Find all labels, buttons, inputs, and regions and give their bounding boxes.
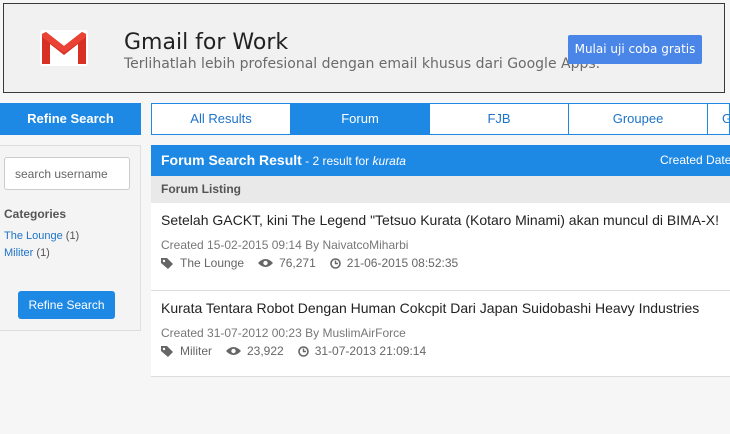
thread-info: Militer 23,922 31-07-2013 21:09:14	[161, 344, 440, 358]
tab-g[interactable]: G	[708, 104, 729, 134]
gmail-logo-icon	[40, 30, 88, 66]
category-item-the-lounge[interactable]: The Lounge (1)	[4, 230, 79, 242]
ad-subtitle: Terlihatlah lebih profesional dengan ema…	[124, 56, 601, 72]
category-item-militer[interactable]: Militer (1)	[4, 247, 50, 259]
tab-forum[interactable]: Forum	[291, 104, 430, 134]
thread-last-post: 21-06-2015 08:52:35	[346, 256, 459, 270]
sort-created-date[interactable]: Created Date	[660, 153, 730, 167]
clock-icon	[329, 257, 341, 269]
search-username-input[interactable]	[4, 157, 130, 190]
clock-icon	[297, 345, 309, 357]
categories-title: Categories	[4, 207, 67, 221]
result-count: - 2 result for	[301, 154, 373, 168]
result-title: Forum Search Result - 2 result for kurat…	[161, 152, 406, 168]
refine-search-header: Refine Search	[0, 103, 141, 135]
thread-info: The Lounge 76,271 21-06-2015 08:52:35	[161, 256, 472, 270]
thread-category[interactable]: Militer	[180, 344, 212, 358]
tab-all-results[interactable]: All Results	[152, 104, 291, 134]
eye-icon	[226, 347, 241, 355]
eye-icon	[258, 259, 274, 267]
result-keyword: kurata	[372, 154, 406, 168]
ad-cta-button[interactable]: Mulai uji coba gratis	[568, 35, 702, 64]
thread-created: Created 31-07-2012 00:23 By MuslimAirFor…	[161, 326, 406, 340]
thread-item[interactable]: Setelah GACKT, kini The Legend "Tetsuo K…	[151, 203, 730, 291]
result-title-text: Forum Search Result	[161, 152, 302, 168]
thread-created: Created 15-02-2015 09:14 By NaivatcoMiha…	[161, 238, 409, 252]
tab-fjb[interactable]: FJB	[430, 104, 569, 134]
category-count: (1)	[36, 247, 50, 259]
result-tabs: All Results Forum FJB Groupee G	[151, 103, 730, 135]
refine-search-button[interactable]: Refine Search	[18, 291, 115, 319]
thread-views: 76,271	[279, 256, 316, 270]
thread-category[interactable]: The Lounge	[180, 256, 244, 270]
thread-last-post: 31-07-2013 21:09:14	[314, 344, 427, 358]
thread-item[interactable]: Kurata Tentara Robot Dengan Human Cokcpi…	[151, 291, 730, 377]
tag-icon	[161, 257, 173, 269]
thread-title-link[interactable]: Setelah GACKT, kini The Legend "Tetsuo K…	[161, 212, 719, 228]
thread-views: 23,922	[247, 344, 284, 358]
forum-listing-label: Forum Listing	[151, 176, 730, 203]
page: Gmail for Work Terlihatlah lebih profesi…	[0, 0, 730, 434]
tag-icon	[161, 345, 173, 357]
tab-groupee[interactable]: Groupee	[569, 104, 708, 134]
category-link[interactable]: The Lounge	[4, 230, 63, 242]
forum-search-result-header: Forum Search Result - 2 result for kurat…	[151, 145, 730, 176]
ad-banner[interactable]: Gmail for Work Terlihatlah lebih profesi…	[3, 3, 725, 93]
refine-search-panel: Categories The Lounge (1) Militer (1) Re…	[0, 145, 141, 331]
category-link[interactable]: Militer	[4, 247, 33, 259]
ad-title: Gmail for Work	[124, 30, 289, 55]
thread-title-link[interactable]: Kurata Tentara Robot Dengan Human Cokcpi…	[161, 300, 699, 316]
category-count: (1)	[65, 230, 80, 242]
